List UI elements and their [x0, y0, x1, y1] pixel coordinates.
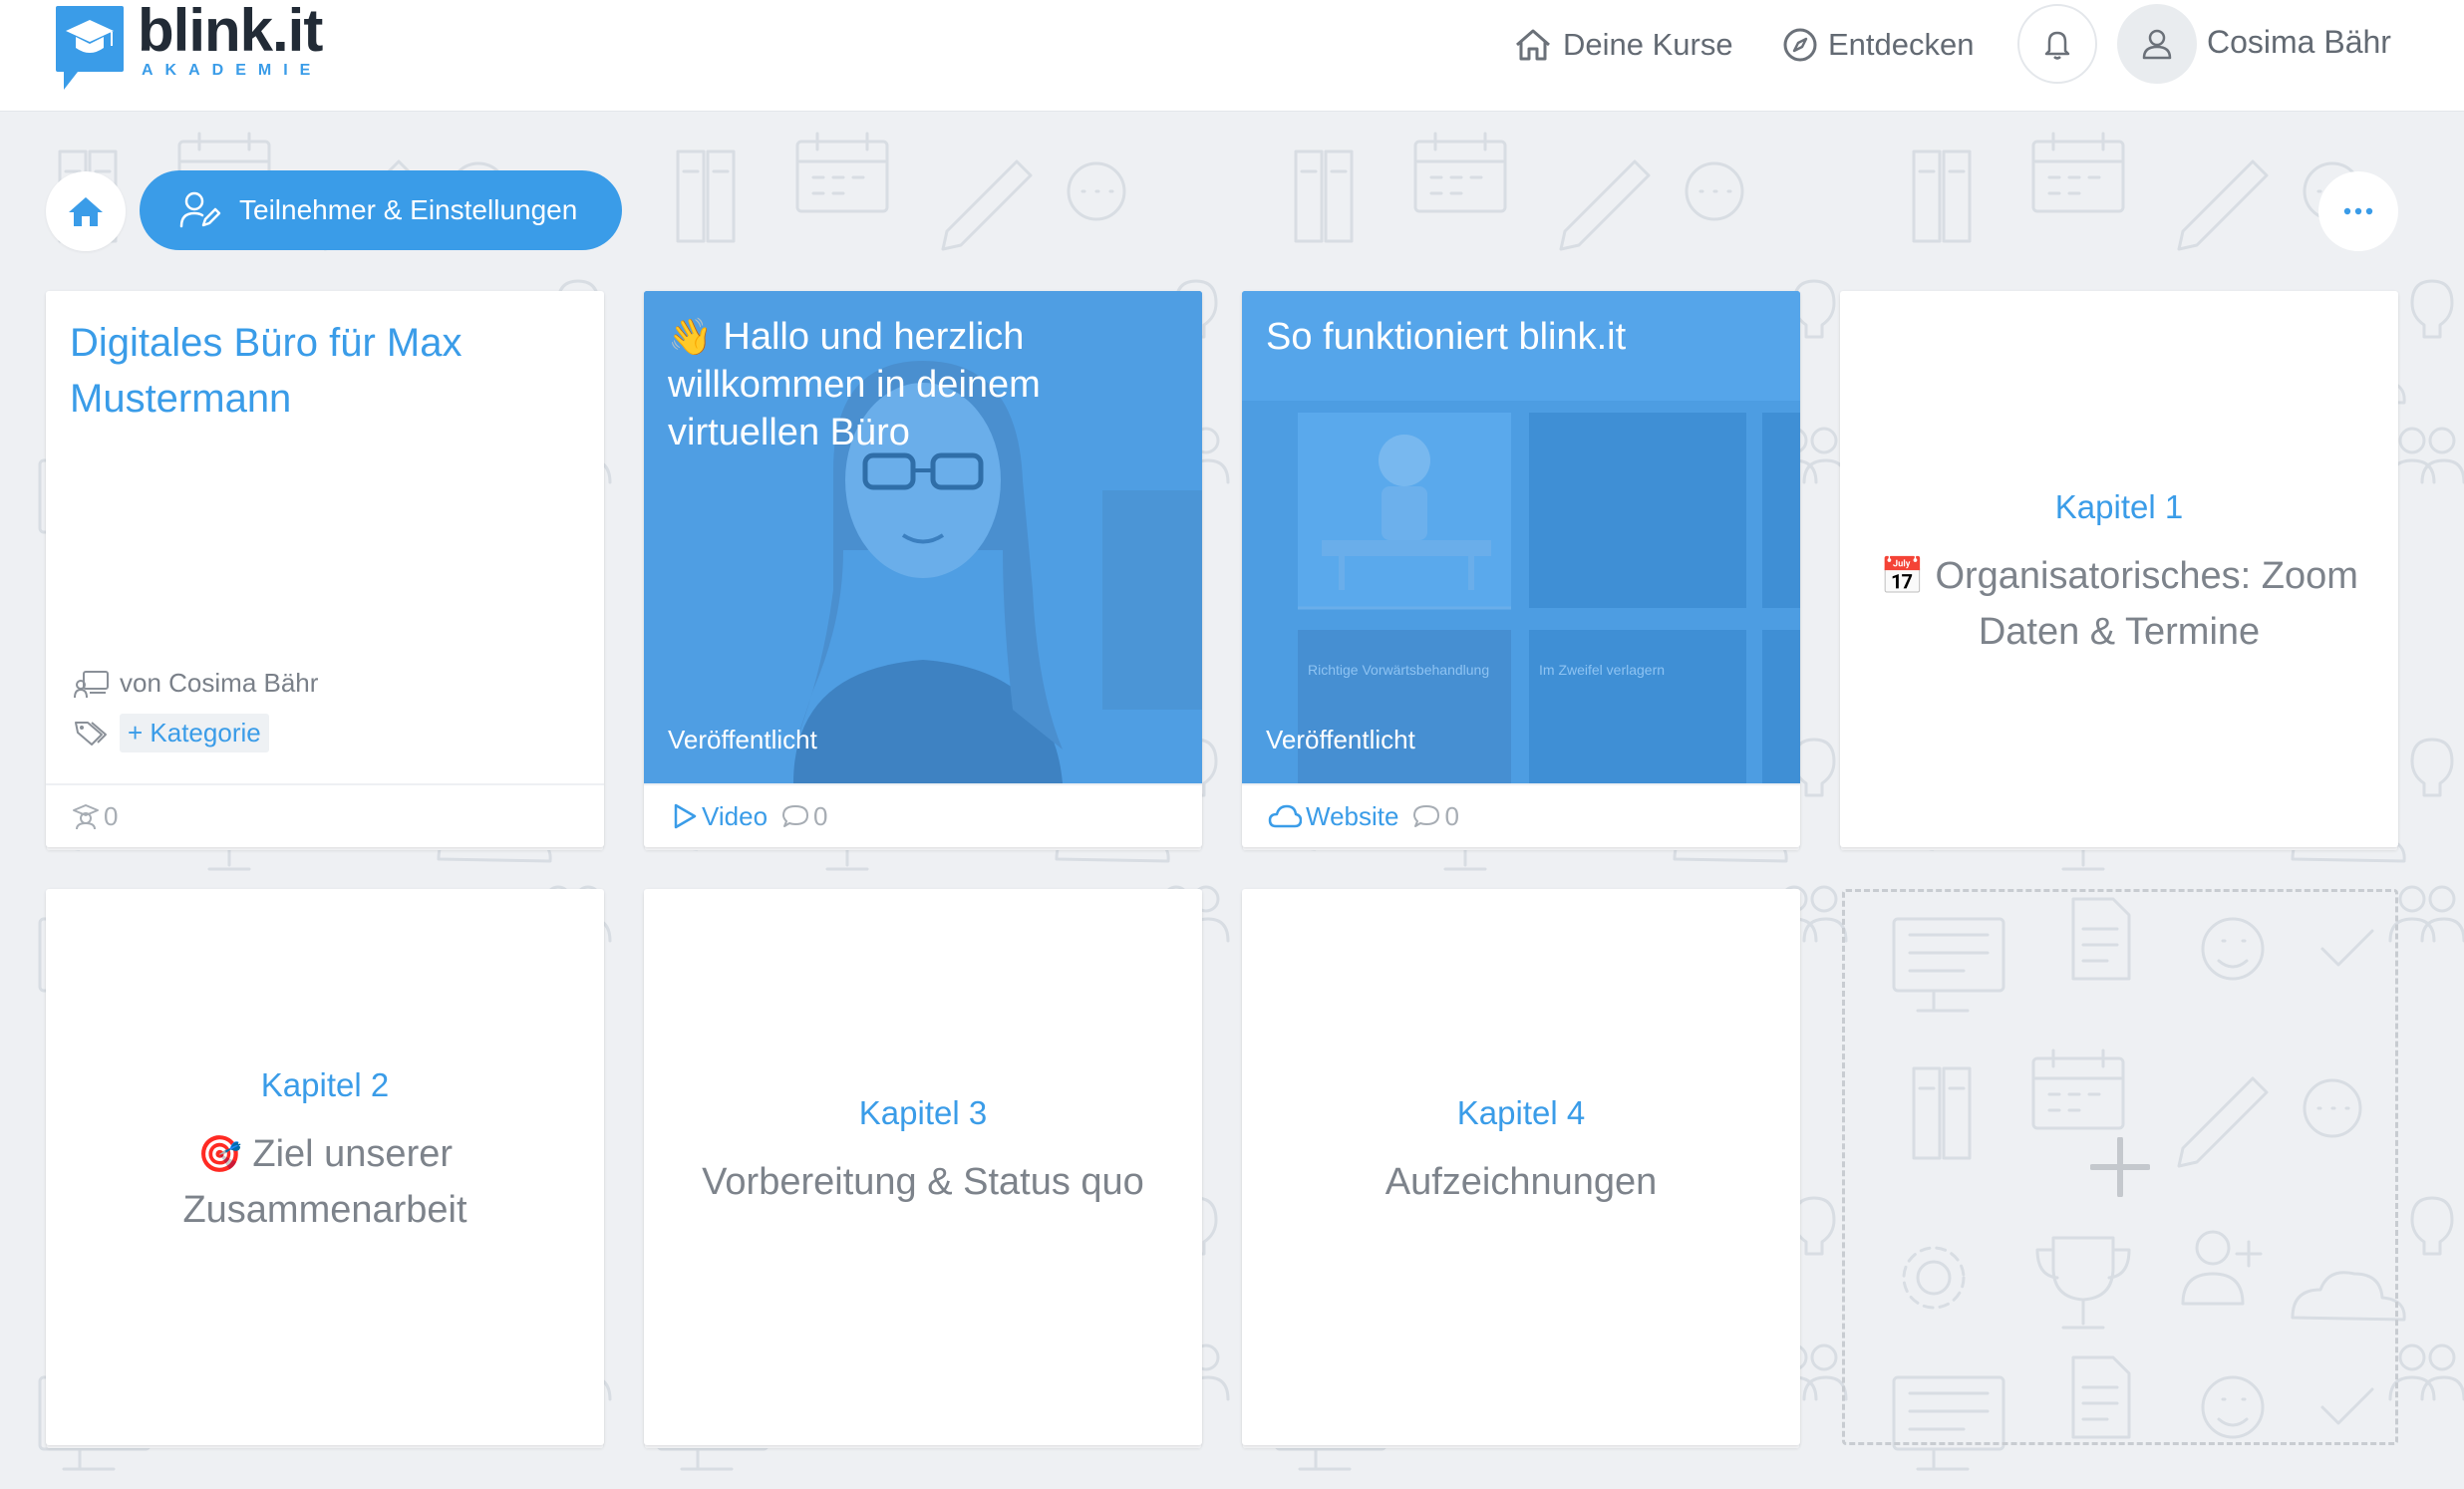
logo-mark-icon [56, 6, 124, 90]
chapter-card-4[interactable]: Kapitel 4 Aufzeichnungen [1242, 889, 1800, 1445]
lesson-website-comments-count: 0 [1444, 800, 1459, 831]
chapter-3-title: Vorbereitung & Status quo [702, 1161, 1144, 1203]
lesson-video-comments-count: 0 [813, 800, 828, 831]
chapter-card-1[interactable]: Kapitel 1 📅 Organisatorisches: Zoom Date… [1840, 291, 2398, 847]
compass-icon [1783, 28, 1817, 62]
participants-settings-button[interactable]: Teilnehmer & Einstellungen [140, 170, 622, 250]
nav-deine-kurse[interactable]: Deine Kurse [1513, 24, 1733, 66]
lesson-video-thumbnail[interactable]: 👋 Hallo und herzlich willkommen in deine… [644, 291, 1202, 783]
participants-count-value: 0 [104, 800, 119, 831]
lesson-website-thumbnail[interactable]: So funktioniert blink.it Richtige Vorwär… [1242, 291, 1800, 783]
lesson-website-comments[interactable]: 0 [1412, 800, 1459, 832]
brand-name: blink.it [138, 0, 323, 64]
nav-deine-kurse-label: Deine Kurse [1563, 27, 1733, 62]
nav-entdecken[interactable]: Entdecken [1782, 24, 1975, 66]
lesson-website-title: So funktioniert blink.it [1266, 316, 1627, 358]
comment-icon [1413, 805, 1440, 827]
lesson-card-website: So funktioniert blink.it Richtige Vorwär… [1242, 291, 1800, 847]
comment-icon [782, 805, 809, 827]
user-icon [2142, 29, 2172, 60]
notifications-button[interactable] [2017, 4, 2097, 84]
cloud-icon [1268, 804, 1302, 828]
course-author: von Cosima Bähr [74, 668, 318, 699]
chapter-2-title: 🎯 Ziel unserer Zusammenarbeit [182, 1133, 467, 1231]
chapter-card-3[interactable]: Kapitel 3 Vorbereitung & Status quo [644, 889, 1202, 1445]
blinkit-logo[interactable]: blink.it AKADEMIE [54, 0, 353, 94]
chapter-4-label: Kapitel 4 [1456, 1094, 1586, 1131]
nav-entdecken-label: Entdecken [1828, 27, 1975, 62]
course-author-text: von Cosima Bähr [120, 668, 319, 698]
participants-count: 0 [72, 801, 118, 832]
chapter-1-title: 📅 Organisatorisches: Zoom Daten & Termin… [1880, 555, 2358, 653]
preview-text-1: Richtige Vorwärtsbehandlung [1308, 662, 1490, 678]
add-category-button[interactable]: + Kategorie [120, 714, 269, 752]
chapter-3-label: Kapitel 3 [858, 1094, 988, 1131]
add-chapter-button[interactable] [1842, 889, 2398, 1445]
more-options-button[interactable] [2318, 171, 2398, 251]
participants-settings-label: Teilnehmer & Einstellungen [239, 194, 578, 225]
lesson-website-footer: Website 0 [1242, 783, 1800, 847]
chapter-card-2[interactable]: Kapitel 2 🎯 Ziel unserer Zusammenarbeit [46, 889, 604, 1445]
graduate-icon [73, 804, 99, 830]
brand-tagline: AKADEMIE [142, 62, 323, 79]
lesson-video-status: Veröffentlicht [668, 725, 817, 754]
plus-icon [2090, 1137, 2150, 1197]
chapter-1-label: Kapitel 1 [2054, 488, 2184, 525]
teacher-icon [74, 670, 109, 698]
course-info-card: Digitales Büro für Max Mustermann von Co… [46, 291, 604, 847]
lesson-video-title: 👋 Hallo und herzlich willkommen in deine… [668, 316, 1041, 453]
calendar-icon: 📅 [1880, 555, 1925, 596]
course-card-footer: 0 [46, 783, 604, 847]
home-outline-icon [1516, 29, 1550, 61]
lesson-type-video[interactable]: Video [670, 801, 768, 832]
user-avatar[interactable] [2117, 4, 2197, 84]
lesson-type-video-label: Video [702, 800, 769, 831]
bell-icon [2044, 31, 2070, 60]
user-edit-icon [179, 191, 221, 228]
course-home-button[interactable] [46, 171, 126, 251]
tag-icon [75, 721, 107, 745]
course-tags: + Kategorie [74, 714, 269, 752]
lesson-video-footer: Video 0 [644, 783, 1202, 847]
home-icon [69, 197, 103, 226]
chapter-4-title: Aufzeichnungen [1385, 1161, 1658, 1203]
lesson-website-status: Veröffentlicht [1266, 725, 1415, 754]
lesson-video-comments[interactable]: 0 [781, 800, 828, 832]
lesson-type-website-label: Website [1306, 800, 1399, 831]
lesson-card-video: 👋 Hallo und herzlich willkommen in deine… [644, 291, 1202, 847]
more-horizontal-icon [2343, 207, 2373, 215]
preview-text-2: Im Zweifel verlagern [1539, 662, 1666, 678]
course-title[interactable]: Digitales Büro für Max Mustermann [70, 315, 580, 427]
lesson-type-website[interactable]: Website [1268, 801, 1398, 832]
top-header: blink.it AKADEMIE Deine Kurse Entdecken … [0, 0, 2464, 112]
user-name[interactable]: Cosima Bähr [2207, 24, 2391, 61]
play-icon [674, 803, 697, 829]
target-icon: 🎯 [196, 1133, 242, 1174]
chapter-2-label: Kapitel 2 [260, 1066, 390, 1103]
website-preview-thumbnail [1242, 291, 1800, 783]
